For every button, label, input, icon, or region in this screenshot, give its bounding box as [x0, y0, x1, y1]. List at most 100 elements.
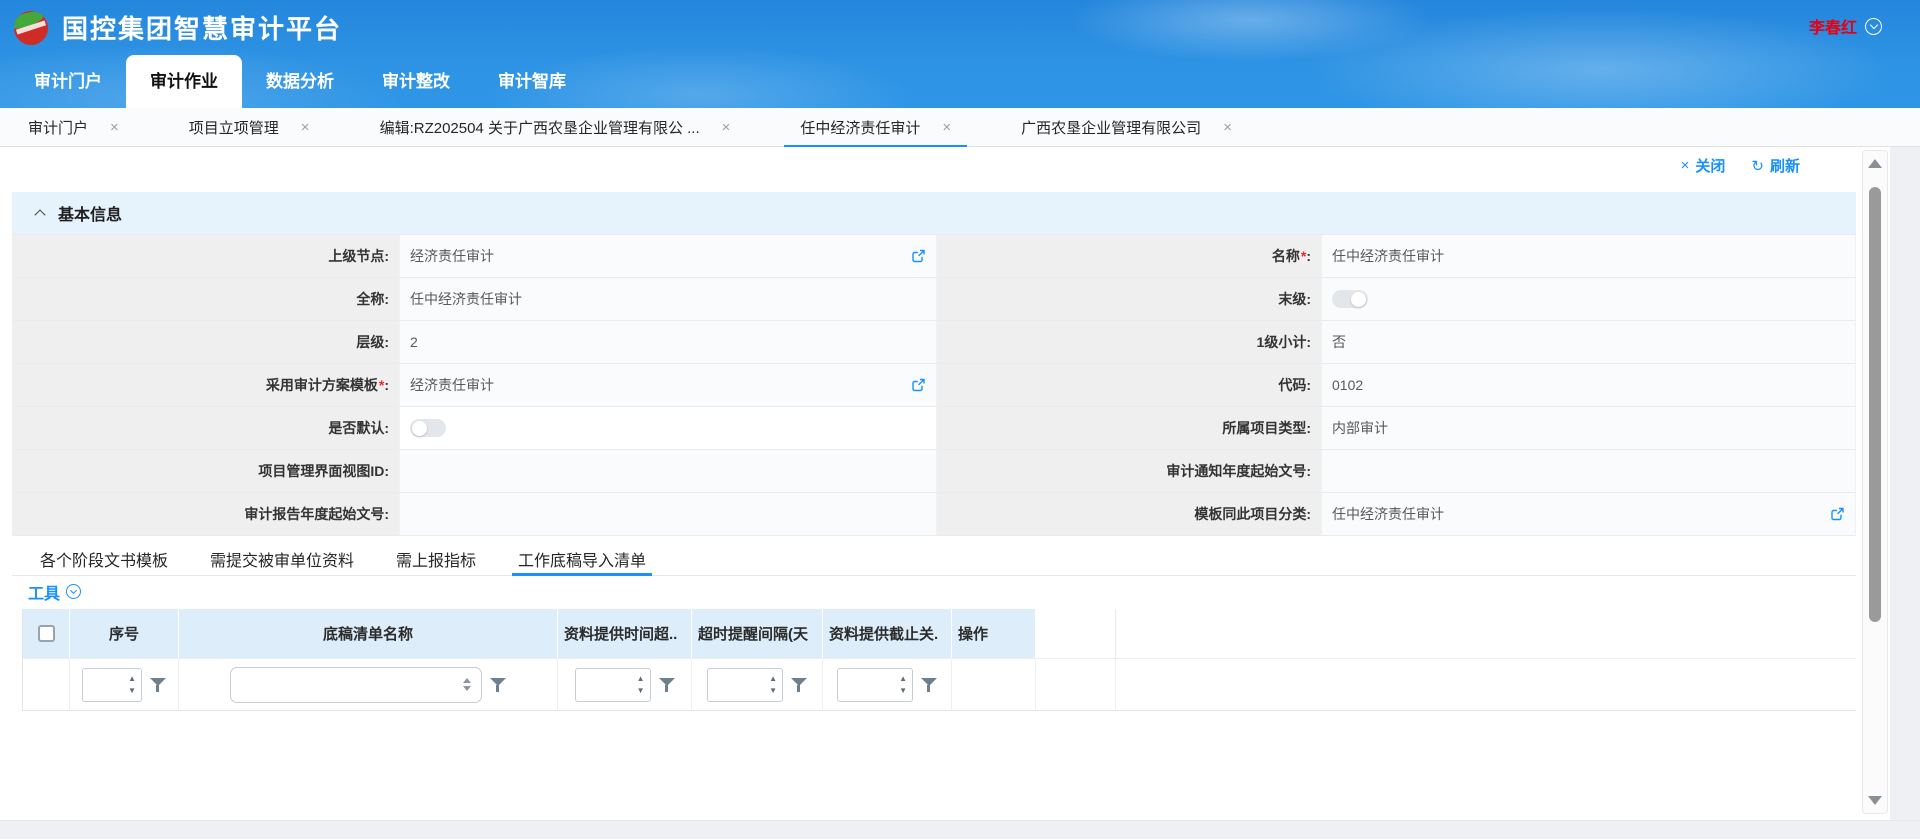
tools-menu[interactable]: 工具 [28, 580, 60, 604]
doc-tab-guangxi-company[interactable]: 广西农垦企业管理有限公司 × [1005, 108, 1248, 146]
user-menu[interactable]: 李春红 [1809, 14, 1882, 38]
close-icon: × [1681, 157, 1690, 174]
select-all-checkbox[interactable] [38, 625, 55, 642]
external-link-icon[interactable] [911, 249, 926, 264]
doc-tab-project-setup[interactable]: 项目立项管理 × [173, 108, 326, 146]
tab-close-icon[interactable]: × [722, 119, 731, 136]
tab-close-icon[interactable]: × [110, 119, 119, 136]
audit-report-doc-no-field[interactable] [400, 493, 937, 536]
scrollbar-thumb[interactable] [1869, 187, 1881, 622]
doc-tab-edit-rz202504[interactable]: 编辑:RZ202504 关于广西农垦企业管理有限公 ... × [364, 108, 747, 146]
scroll-down-icon[interactable] [1868, 796, 1882, 805]
tools-row: 工具 [12, 576, 1856, 607]
external-link-icon[interactable] [1830, 507, 1845, 522]
col-header-action[interactable]: 操作 [952, 609, 1036, 659]
doc-tab-audit-portal[interactable]: 审计门户 × [12, 108, 135, 146]
nav-item-audit-portal[interactable]: 审计门户 [10, 55, 126, 108]
remind-interval-filter-input[interactable]: ▲▼ [707, 668, 783, 702]
code-field[interactable]: 0102 [1322, 364, 1856, 407]
basic-info-form: 上级节点: 经济责任审计 名称*: 任中经济责任审计 全称: 任中经济责任审计 … [12, 234, 1856, 536]
full-name-label: 全称: [12, 278, 400, 321]
tab-close-icon[interactable]: × [942, 119, 951, 136]
full-name-field[interactable]: 任中经济责任审计 [400, 278, 937, 321]
col-header-material-deadline[interactable]: 资料提供截止关. [823, 609, 952, 659]
template-category-field[interactable]: 任中经济责任审计 [1322, 493, 1856, 536]
filter-cell-seq: ▲▼ [70, 659, 179, 711]
code-label: 代码: [937, 364, 1322, 407]
filter-funnel-icon[interactable] [150, 677, 166, 693]
level-label: 层级: [12, 321, 400, 364]
is-default-toggle[interactable] [410, 419, 446, 437]
level-field[interactable]: 2 [400, 321, 937, 364]
level1-subtotal-field[interactable]: 否 [1322, 321, 1856, 364]
nav-item-data-analysis[interactable]: 数据分析 [242, 55, 358, 108]
filter-funnel-icon[interactable] [921, 677, 937, 693]
tab-close-icon[interactable]: × [1223, 119, 1232, 136]
filter-funnel-icon[interactable] [490, 677, 506, 693]
number-spinner[interactable]: ▲▼ [637, 675, 645, 695]
doc-tab-mid-term-audit[interactable]: 任中经济责任审计 × [784, 108, 967, 146]
refresh-label: 刷新 [1770, 155, 1800, 176]
filter-cell-action [952, 659, 1036, 711]
subtab-worksheet-import-list[interactable]: 工作底稿导入清单 [518, 543, 646, 575]
tab-close-icon[interactable]: × [301, 119, 310, 136]
name-field[interactable]: 任中经济责任审计 [1322, 235, 1856, 278]
content-panel: × 关闭 ↻ 刷新 基本信息 上级节点: 经济责任审计 名称*: 任中经济责任审… [0, 147, 1920, 820]
filter-funnel-icon[interactable] [659, 677, 675, 693]
worksheet-name-filter-select[interactable] [230, 667, 482, 703]
nav-item-audit-rectify[interactable]: 审计整改 [358, 55, 474, 108]
number-spinner[interactable]: ▲▼ [769, 675, 777, 695]
project-mgmt-view-id-label: 项目管理界面视图ID: [12, 450, 400, 493]
subtab-report-indicators[interactable]: 需上报指标 [396, 543, 476, 575]
is-default-field [400, 407, 937, 450]
audit-plan-template-field[interactable]: 经济责任审计 [400, 364, 937, 407]
material-deadline-filter-input[interactable]: ▲▼ [837, 668, 913, 702]
collapse-caret-icon[interactable] [34, 209, 45, 220]
audit-plan-template-label: 采用审计方案模板*: [12, 364, 400, 407]
project-type-label: 所属项目类型: [937, 407, 1322, 450]
seq-filter-input[interactable]: ▲▼ [82, 668, 142, 702]
basic-info-section-header[interactable]: 基本信息 [12, 192, 1856, 234]
col-header-overdue-remind-interval[interactable]: 超时提醒间隔(天 [692, 609, 823, 659]
scroll-up-icon[interactable] [1868, 159, 1882, 168]
audit-notice-doc-no-field[interactable] [1322, 450, 1856, 493]
number-spinner[interactable]: ▲▼ [899, 675, 907, 695]
main-nav: 审计门户 审计作业 数据分析 审计整改 审计智库 [0, 55, 1920, 108]
doc-tab-label: 编辑:RZ202504 关于广西农垦企业管理有限公 ... [380, 117, 700, 138]
table-header-row: 序号 底稿清单名称 资料提供时间超.. 超时提醒间隔(天 资料提供截止关. 操作 [23, 609, 1856, 659]
col-header-worksheet-name[interactable]: 底稿清单名称 [179, 609, 558, 659]
subtab-stage-documents[interactable]: 各个阶段文书模板 [40, 543, 168, 575]
nav-item-audit-work[interactable]: 审计作业 [126, 55, 242, 108]
filter-funnel-icon[interactable] [791, 677, 807, 693]
project-mgmt-view-id-field[interactable] [400, 450, 937, 493]
col-header-material-time-overdue[interactable]: 资料提供时间超.. [558, 609, 692, 659]
col-header-filler [1116, 609, 1856, 659]
close-label: 关闭 [1695, 155, 1725, 176]
filter-row: ▲▼ ▲▼ ▲▼ [23, 659, 1856, 711]
tools-chevron-down-icon[interactable] [66, 584, 81, 599]
filter-cell-overdue-remind-interval: ▲▼ [692, 659, 823, 711]
filter-cell-filler [1116, 659, 1856, 711]
select-all-header [23, 609, 70, 659]
user-name[interactable]: 李春红 [1809, 14, 1857, 38]
user-chevron-down-icon[interactable] [1865, 18, 1882, 35]
vertical-scrollbar[interactable] [1862, 150, 1888, 814]
is-default-label: 是否默认: [12, 407, 400, 450]
project-type-field[interactable]: 内部审计 [1322, 407, 1856, 450]
leaf-node-toggle[interactable] [1332, 290, 1368, 308]
col-header-blank [1036, 609, 1116, 659]
document-tabbar: 审计门户 × 项目立项管理 × 编辑:RZ202504 关于广西农垦企业管理有限… [0, 108, 1920, 147]
close-button[interactable]: × 关闭 [1681, 155, 1726, 176]
nav-item-audit-knowledge[interactable]: 审计智库 [474, 55, 590, 108]
parent-node-field[interactable]: 经济责任审计 [400, 235, 937, 278]
external-link-icon[interactable] [911, 378, 926, 393]
name-label: 名称*: [937, 235, 1322, 278]
material-time-filter-input[interactable]: ▲▼ [575, 668, 651, 702]
worksheet-table: 序号 底稿清单名称 资料提供时间超.. 超时提醒间隔(天 资料提供截止关. 操作… [22, 609, 1856, 711]
filter-cell-worksheet-name [179, 659, 558, 711]
number-spinner[interactable]: ▲▼ [128, 675, 136, 695]
col-header-seq[interactable]: 序号 [70, 609, 179, 659]
subtab-audited-unit-materials[interactable]: 需提交被审单位资料 [210, 543, 354, 575]
doc-tab-label: 审计门户 [28, 117, 88, 138]
refresh-button[interactable]: ↻ 刷新 [1751, 155, 1800, 176]
